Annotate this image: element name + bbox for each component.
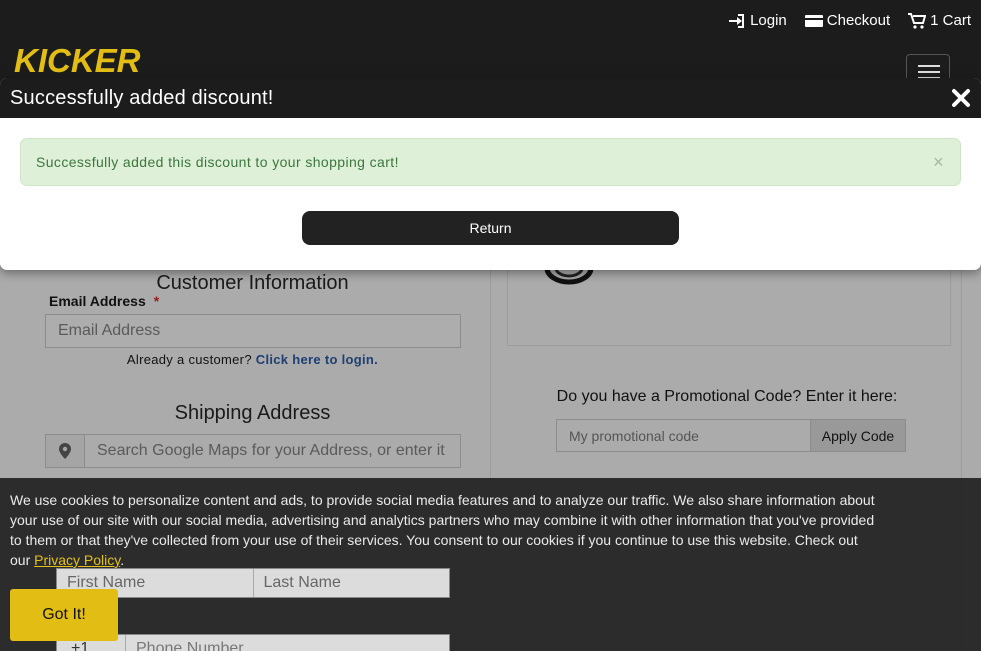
return-button[interactable]: Return: [302, 211, 679, 245]
map-pin-icon: [46, 435, 85, 467]
kicker-logo[interactable]: KICKER: [14, 44, 186, 76]
email-label: Email Address *: [49, 293, 159, 309]
email-label-text: Email Address: [49, 293, 146, 309]
cookie-message: We use cookies to personalize content an…: [10, 492, 875, 568]
alert-close-button[interactable]: ×: [933, 153, 944, 171]
promo-code-input[interactable]: My promotional code: [556, 419, 811, 452]
checkout-link[interactable]: Checkout: [804, 12, 891, 29]
customer-info-title: Customer Information: [156, 272, 349, 294]
address-search[interactable]: Search Google Maps for your Address, or …: [45, 434, 461, 468]
logo-text: KICKER: [14, 44, 141, 76]
cart-link[interactable]: 1 Cart: [908, 12, 971, 29]
discount-modal: Successfully added discount! Successfull…: [0, 78, 981, 270]
close-icon[interactable]: [951, 88, 971, 108]
menu-bar: [918, 71, 940, 73]
modal-header: Successfully added discount!: [0, 78, 981, 118]
cookie-period: .: [120, 552, 125, 568]
modal-title: Successfully added discount!: [10, 86, 274, 109]
site-header: Login Checkout 1 Cart KICKER: [0, 0, 981, 90]
menu-bar: [918, 65, 940, 67]
header-links: Login Checkout 1 Cart: [728, 12, 971, 29]
promo-prompt: Do you have a Promotional Code? Enter it…: [556, 388, 898, 405]
email-input[interactable]: Email Address: [45, 314, 461, 348]
already-customer-line: Already a customer? Click here to login.: [14, 352, 491, 367]
required-marker: *: [153, 293, 160, 309]
phone-number-input[interactable]: Phone Number: [126, 635, 449, 651]
success-alert: Successfully added this discount to your…: [20, 138, 961, 186]
cart-icon: [908, 12, 927, 29]
country-code-value: +1: [71, 640, 90, 651]
cookie-text: We use cookies to personalize content an…: [10, 490, 880, 570]
login-here-link[interactable]: Click here to login.: [256, 352, 378, 367]
credit-card-icon: [804, 14, 823, 27]
login-label: Login: [750, 12, 787, 29]
shipping-title: Shipping Address: [174, 402, 331, 424]
privacy-policy-link[interactable]: Privacy Policy: [34, 552, 120, 568]
email-placeholder: Email Address: [58, 322, 161, 339]
cart-label: 1 Cart: [930, 12, 971, 29]
accept-cookies-button[interactable]: Got It!: [10, 589, 118, 641]
already-customer-text: Already a customer?: [126, 352, 252, 367]
checkout-label: Checkout: [826, 12, 891, 29]
login-link[interactable]: Login: [728, 12, 787, 29]
last-name-input[interactable]: Last Name: [254, 569, 450, 597]
login-icon: [729, 13, 745, 28]
alert-message: Successfully added this discount to your…: [36, 154, 399, 170]
apply-code-button[interactable]: Apply Code: [810, 419, 906, 452]
address-search-input[interactable]: Search Google Maps for your Address, or …: [85, 435, 460, 467]
cookie-banner: We use cookies to personalize content an…: [0, 478, 981, 651]
